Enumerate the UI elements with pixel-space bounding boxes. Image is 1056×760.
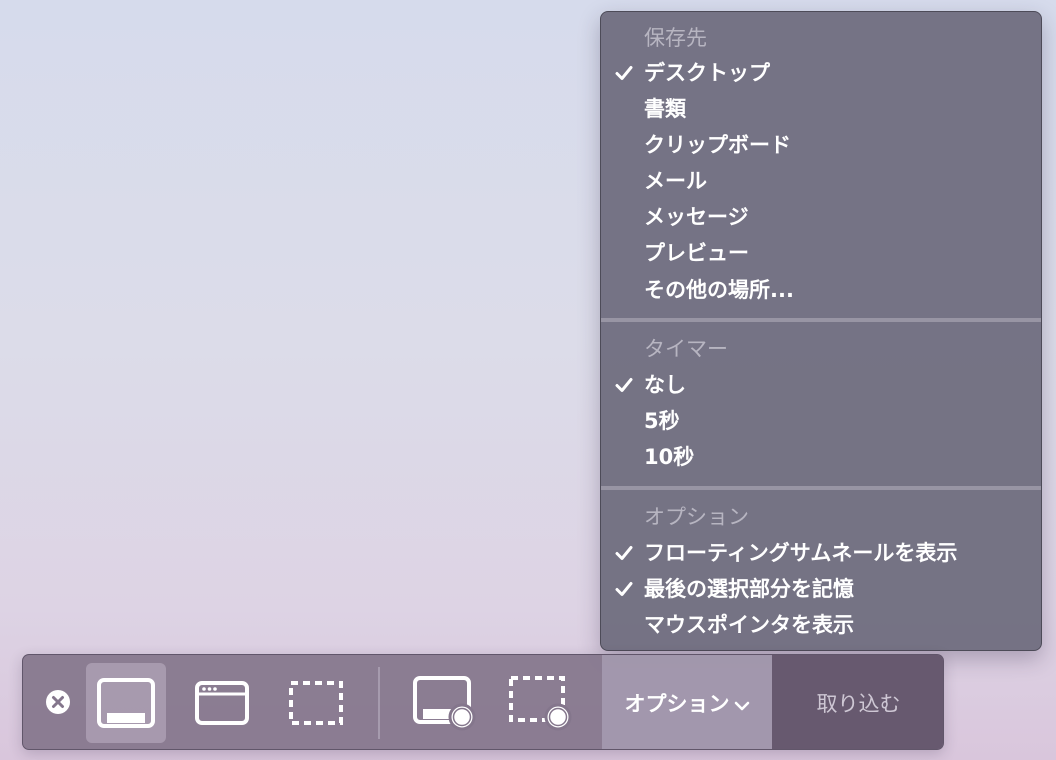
- menu-item-preview[interactable]: プレビュー: [601, 235, 1041, 271]
- menu-item-label: 10秒: [644, 445, 695, 469]
- capture-selected-portion-icon: [289, 681, 343, 725]
- record-selected-portion-icon: [509, 676, 572, 731]
- menu-item-label: フローティングサムネールを表示: [644, 541, 958, 565]
- menu-item-label: その他の場所...: [644, 278, 794, 302]
- chevron-down-icon: [734, 701, 749, 711]
- menu-item-desktop[interactable]: デスクトップ: [601, 55, 1041, 91]
- close-button[interactable]: [43, 687, 73, 717]
- menu-item-label: マウスポインタを表示: [644, 613, 854, 637]
- options-menu: 保存先 デスクトップ 書類 クリップボード メール メッセージ プレビュー その…: [600, 11, 1042, 651]
- menu-item-documents[interactable]: 書類: [601, 91, 1041, 127]
- close-circle-icon: [46, 690, 70, 714]
- menu-separator: [601, 318, 1041, 322]
- capture-entire-screen-icon: [97, 678, 155, 728]
- menu-item-timer-10s[interactable]: 10秒: [601, 439, 1041, 475]
- record-selected-portion-button[interactable]: [501, 663, 581, 743]
- menu-item-label: なし: [644, 373, 686, 397]
- menu-item-label: 5秒: [644, 409, 680, 433]
- options-dropdown-button[interactable]: オプション: [602, 655, 772, 749]
- record-entire-screen-button[interactable]: [405, 663, 485, 743]
- checkmark-icon: [613, 55, 635, 91]
- menu-item-timer-5s[interactable]: 5秒: [601, 403, 1041, 439]
- section-title-timer: タイマー: [644, 337, 728, 361]
- section-title-options: オプション: [644, 505, 749, 529]
- toolbar-divider: [378, 667, 380, 739]
- menu-item-label: 書類: [644, 97, 686, 121]
- capture-selected-portion-button[interactable]: [276, 663, 356, 743]
- menu-item-label: デスクトップ: [644, 61, 770, 85]
- capture-entire-screen-button[interactable]: [86, 663, 166, 743]
- checkmark-icon: [613, 367, 635, 403]
- menu-item-messages[interactable]: メッセージ: [601, 199, 1041, 235]
- menu-item-floating-thumbnail[interactable]: フローティングサムネールを表示: [601, 535, 1041, 571]
- menu-item-label: メッセージ: [644, 205, 749, 229]
- menu-item-label: クリップボード: [644, 133, 791, 157]
- menu-item-label: プレビュー: [644, 241, 749, 265]
- menu-item-mail[interactable]: メール: [601, 163, 1041, 199]
- menu-item-label: メール: [644, 169, 707, 193]
- section-title-save-to: 保存先: [644, 26, 707, 50]
- menu-item-remember-selection[interactable]: 最後の選択部分を記憶: [601, 571, 1041, 607]
- menu-separator: [601, 486, 1041, 490]
- options-button-label: オプション: [624, 692, 730, 716]
- menu-item-other-location[interactable]: その他の場所...: [601, 272, 1041, 308]
- menu-item-label: 最後の選択部分を記憶: [644, 577, 854, 601]
- menu-item-show-mouse-pointer[interactable]: マウスポインタを表示: [601, 607, 1041, 643]
- menu-item-clipboard[interactable]: クリップボード: [601, 127, 1041, 163]
- checkmark-icon: [613, 535, 635, 571]
- capture-selected-window-icon: [195, 681, 249, 725]
- checkmark-icon: [613, 571, 635, 607]
- record-entire-screen-icon: [413, 676, 476, 731]
- capture-button-label: 取り込む: [816, 692, 901, 716]
- screenshot-toolbar: オプション 取り込む: [22, 654, 944, 750]
- menu-item-timer-none[interactable]: なし: [601, 367, 1041, 403]
- capture-selected-window-button[interactable]: [182, 663, 262, 743]
- capture-button[interactable]: 取り込む: [772, 655, 943, 749]
